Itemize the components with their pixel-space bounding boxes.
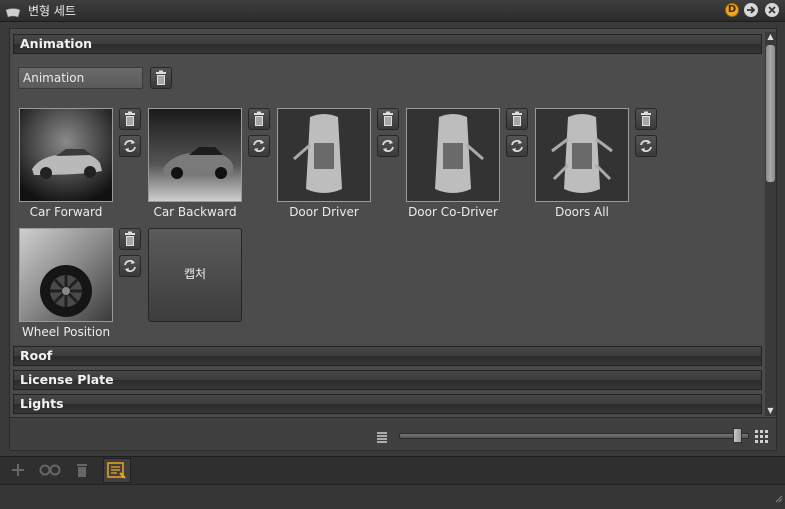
slider-handle[interactable] bbox=[733, 428, 743, 443]
status-bar bbox=[0, 484, 785, 509]
section-header-roof[interactable]: Roof bbox=[13, 346, 762, 366]
animation-section-content: Animation Car Forward Car Backward Door … bbox=[13, 54, 762, 344]
animation-thumbnail-doors-all[interactable] bbox=[535, 108, 629, 202]
animation-thumbnail-car-backward[interactable] bbox=[148, 108, 242, 202]
link-icon[interactable] bbox=[38, 459, 62, 481]
list-view-icon[interactable] bbox=[376, 428, 388, 447]
item-label: Car Backward bbox=[153, 205, 237, 219]
arrow-right-icon[interactable] bbox=[744, 3, 758, 17]
trash-icon bbox=[254, 111, 264, 126]
dock-button[interactable]: D bbox=[725, 3, 739, 17]
trash-icon bbox=[512, 111, 522, 126]
trash-icon bbox=[125, 231, 135, 246]
animation-thumbnail-door-co-driver[interactable] bbox=[406, 108, 500, 202]
item-label: Wheel Position bbox=[21, 325, 111, 339]
thumbnail-size-slider[interactable] bbox=[399, 433, 749, 439]
window-title: 변형 세트 bbox=[28, 4, 76, 18]
trash-icon bbox=[125, 111, 135, 126]
animation-thumbnail-car-forward[interactable] bbox=[19, 108, 113, 202]
animation-thumbnail-door-driver[interactable] bbox=[277, 108, 371, 202]
refresh-icon bbox=[382, 140, 394, 152]
bottom-toolbar bbox=[0, 456, 785, 484]
delete-item-button[interactable] bbox=[506, 108, 528, 130]
add-icon[interactable] bbox=[6, 459, 30, 481]
item-label: Door Co-Driver bbox=[408, 205, 498, 219]
resize-grip-icon[interactable] bbox=[773, 488, 783, 507]
delete-set-button[interactable] bbox=[150, 67, 172, 89]
capture-button[interactable]: 캡처 bbox=[148, 228, 242, 322]
delete-item-button[interactable] bbox=[119, 228, 141, 250]
item-label: Door Driver bbox=[289, 205, 359, 219]
section-header-lights[interactable]: Lights bbox=[13, 394, 762, 414]
item-label: Doors All bbox=[555, 205, 609, 219]
trash-icon bbox=[641, 111, 651, 126]
scroll-thumb[interactable] bbox=[766, 45, 775, 182]
refresh-icon bbox=[124, 260, 136, 272]
refresh-item-button[interactable] bbox=[119, 255, 141, 277]
delete-item-button[interactable] bbox=[635, 108, 657, 130]
grid-view-icon[interactable] bbox=[755, 428, 768, 447]
refresh-icon bbox=[253, 140, 265, 152]
thumbnail-size-bar bbox=[9, 417, 777, 451]
refresh-item-button[interactable] bbox=[248, 135, 270, 157]
vertical-scrollbar[interactable]: ▲ ▼ bbox=[765, 32, 776, 416]
trash-icon bbox=[383, 111, 393, 126]
set-name-field[interactable]: Animation bbox=[18, 67, 143, 89]
refresh-item-button[interactable] bbox=[119, 135, 141, 157]
refresh-item-button[interactable] bbox=[506, 135, 528, 157]
scroll-down-icon[interactable]: ▼ bbox=[766, 406, 775, 415]
refresh-item-button[interactable] bbox=[635, 135, 657, 157]
delete-item-button[interactable] bbox=[377, 108, 399, 130]
title-bar: 변형 세트 D bbox=[0, 0, 785, 22]
refresh-icon bbox=[640, 140, 652, 152]
variant-set-panel: Animation Animation Car Forward Car Back… bbox=[9, 28, 777, 419]
section-header-animation[interactable]: Animation bbox=[13, 34, 762, 54]
animation-thumbnail-wheel-position[interactable] bbox=[19, 228, 113, 322]
scroll-up-icon[interactable]: ▲ bbox=[766, 32, 775, 41]
variant-set-icon bbox=[5, 4, 21, 23]
item-label: Car Forward bbox=[29, 205, 103, 219]
refresh-icon bbox=[511, 140, 523, 152]
variant-set-editor-icon[interactable] bbox=[103, 458, 131, 483]
section-header-license-plate[interactable]: License Plate bbox=[13, 370, 762, 390]
delete-item-button[interactable] bbox=[248, 108, 270, 130]
trash-icon bbox=[156, 70, 166, 85]
delete-item-button[interactable] bbox=[119, 108, 141, 130]
refresh-icon bbox=[124, 140, 136, 152]
delete-icon[interactable] bbox=[70, 459, 94, 481]
close-icon[interactable] bbox=[765, 3, 779, 17]
refresh-item-button[interactable] bbox=[377, 135, 399, 157]
